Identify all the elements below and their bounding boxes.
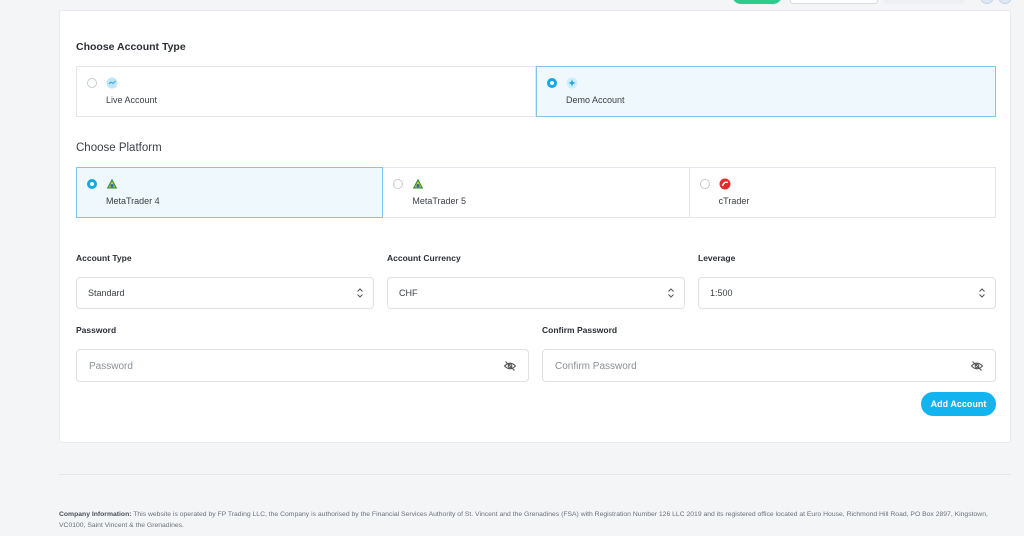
account-type-option-label: Demo Account	[566, 95, 625, 105]
account-type-option-live[interactable]: Live Account	[76, 66, 536, 117]
platform-options: MetaTrader 4 MetaTrader 5 cTrader	[76, 167, 996, 218]
add-account-button[interactable]: Add Account	[921, 392, 996, 416]
chevron-up-down-icon	[357, 288, 363, 298]
account-currency-value: CHF	[399, 288, 418, 298]
top-header-dropdown[interactable]	[790, 0, 878, 4]
choose-account-type-title: Choose Account Type	[76, 41, 186, 53]
leverage-value: 1:500	[710, 288, 733, 298]
ctrader-icon	[719, 178, 731, 190]
account-type-value: Standard	[88, 288, 125, 298]
demo-account-icon	[566, 77, 578, 89]
password-field-wrapper	[76, 349, 529, 382]
leverage-select[interactable]: 1:500	[698, 277, 996, 309]
top-header-button[interactable]	[732, 0, 782, 4]
radio-button[interactable]	[547, 78, 557, 88]
account-currency-label: Account Currency	[387, 253, 461, 263]
eye-slash-icon[interactable]	[970, 359, 984, 373]
top-header-strip	[0, 0, 1024, 6]
platform-option-label: MetaTrader 4	[106, 196, 160, 206]
account-type-label: Account Type	[76, 253, 132, 263]
confirm-password-input[interactable]	[555, 358, 955, 374]
chevron-up-down-icon	[979, 288, 985, 298]
metatrader-5-icon	[413, 178, 424, 189]
platform-option-mt4[interactable]: MetaTrader 4	[76, 167, 384, 218]
metatrader-4-icon	[106, 178, 118, 189]
radio-button[interactable]	[393, 179, 404, 189]
chevron-up-down-icon	[668, 288, 674, 298]
company-information-text: This website is operated by FP Trading L…	[59, 511, 988, 529]
account-currency-select[interactable]: CHF	[387, 277, 685, 309]
top-header-field[interactable]	[884, 0, 964, 4]
platform-option-label: cTrader	[718, 196, 750, 206]
top-header-avatar[interactable]	[980, 0, 994, 4]
account-type-option-label: Live Account	[106, 95, 158, 105]
company-information-heading: Company Information:	[59, 511, 132, 518]
account-type-select[interactable]: Standard	[76, 277, 374, 309]
confirm-password-label: Confirm Password	[542, 325, 618, 335]
platform-option-ctrader[interactable]: cTrader	[689, 167, 996, 218]
choose-platform-title: Choose Platform	[76, 142, 162, 154]
footer-divider	[59, 474, 1011, 475]
password-input[interactable]	[89, 358, 489, 374]
radio-button[interactable]	[87, 78, 97, 88]
leverage-label: Leverage	[698, 253, 736, 263]
account-type-options: Live Account Demo Account	[76, 66, 996, 117]
company-information: Company Information: This website is ope…	[59, 509, 1014, 531]
top-header-avatar-2[interactable]	[998, 0, 1012, 4]
live-account-icon	[106, 77, 118, 89]
account-type-option-demo[interactable]: Demo Account	[536, 66, 996, 117]
confirm-password-field-wrapper	[542, 349, 996, 382]
radio-button[interactable]	[87, 179, 97, 189]
platform-option-label: MetaTrader 5	[412, 196, 467, 206]
platform-option-mt5[interactable]: MetaTrader 5	[383, 167, 690, 218]
eye-slash-icon[interactable]	[503, 359, 517, 373]
radio-button[interactable]	[699, 179, 710, 189]
new-account-card: Choose Account Type Live Account Demo Ac…	[59, 10, 1011, 443]
password-label: Password	[76, 325, 117, 335]
